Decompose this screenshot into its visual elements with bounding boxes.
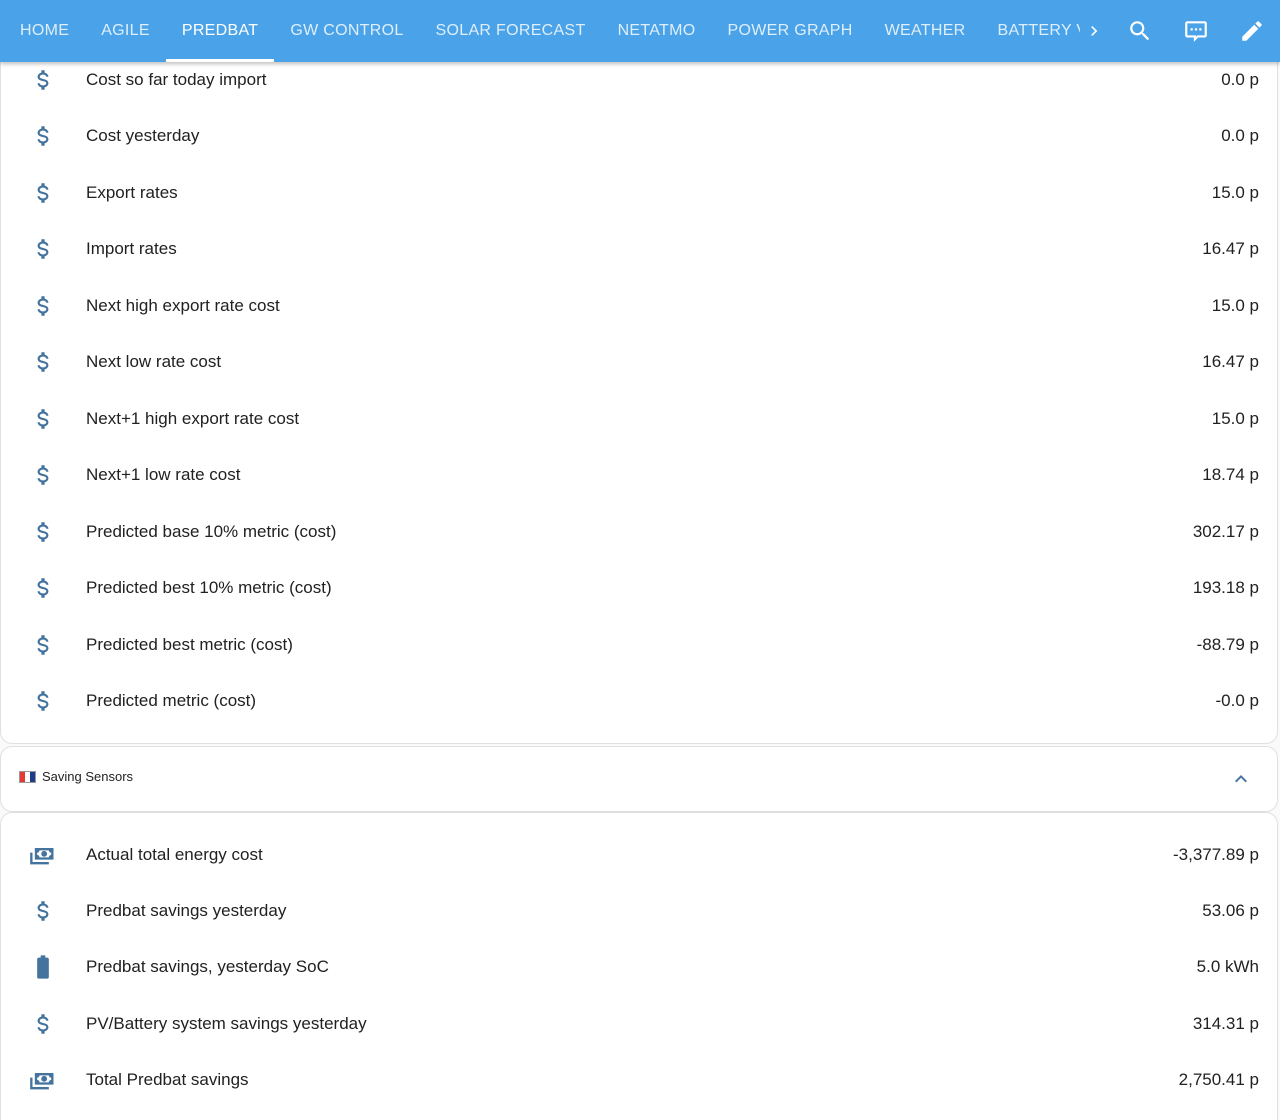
chevron-up-icon bbox=[1235, 775, 1247, 783]
entity-row[interactable]: Cost yesterday 0.0 p bbox=[1, 108, 1279, 164]
currency-usd-icon bbox=[29, 687, 57, 715]
entity-state: 16.47 p bbox=[1202, 352, 1259, 371]
entity-row[interactable]: Predicted best 10% metric (cost) 193.18 … bbox=[1, 560, 1279, 616]
view-tabs: Home Agile Predbat GW Control Solar Fore… bbox=[0, 0, 1105, 62]
currency-usd-icon bbox=[29, 405, 57, 433]
pencil-icon bbox=[1242, 21, 1262, 41]
entity-state: 15.0 p bbox=[1211, 183, 1259, 202]
currency-usd-icon bbox=[29, 292, 57, 320]
entity-state: 0.0 p bbox=[1221, 70, 1259, 89]
currency-usd-icon bbox=[29, 1010, 57, 1038]
saving-sensors-header[interactable]: Saving Sensors bbox=[0, 746, 1278, 812]
entity-name: Predicted metric (cost) bbox=[86, 691, 257, 710]
entity-name: Export rates bbox=[86, 183, 178, 202]
cash-multiple-icon bbox=[29, 1066, 57, 1094]
entity-state: -88.79 p bbox=[1196, 635, 1259, 654]
entity-row[interactable]: Predicted base 10% metric (cost) 302.17 … bbox=[1, 504, 1279, 560]
entity-name: Predbat savings, yesterday SoC bbox=[86, 957, 329, 976]
currency-usd-icon bbox=[29, 179, 57, 207]
entity-row[interactable]: Predicted metric (cost) -0.0 p bbox=[1, 673, 1279, 729]
entity-row[interactable]: Predbat savings, yesterday SoC 5.0 kWh bbox=[1, 939, 1279, 995]
entity-name: Next low rate cost bbox=[86, 352, 222, 371]
tab-agile[interactable]: Agile bbox=[85, 0, 166, 62]
entity-state: 5.0 kWh bbox=[1196, 957, 1259, 976]
entity-row[interactable]: PV/Battery system savings yesterday 314.… bbox=[1, 996, 1279, 1052]
entity-name: Predbat savings yesterday bbox=[86, 901, 287, 920]
top-app-bar: Home Agile Predbat GW Control Solar Fore… bbox=[0, 0, 1280, 62]
entity-name: Next+1 low rate cost bbox=[86, 465, 241, 484]
entity-name: Import rates bbox=[86, 239, 177, 258]
entity-state: 193.18 p bbox=[1192, 578, 1259, 597]
entity-name: Next+1 high export rate cost bbox=[86, 409, 300, 428]
tab-predbat[interactable]: Predbat bbox=[165, 0, 275, 62]
entity-state: 15.0 p bbox=[1211, 296, 1259, 315]
cost-sensors-card: Cost so far today import 0.0 p Cost yest… bbox=[0, 62, 1278, 744]
entity-name: Predicted best metric (cost) bbox=[86, 635, 293, 654]
entity-state: 2,750.41 p bbox=[1178, 1070, 1259, 1089]
entity-state: -3,377.89 p bbox=[1172, 845, 1259, 864]
currency-usd-icon bbox=[29, 631, 57, 659]
currency-usd-icon bbox=[29, 66, 57, 94]
assist-button[interactable] bbox=[1168, 0, 1224, 62]
currency-usd-icon bbox=[29, 235, 57, 263]
entity-name: Next high export rate cost bbox=[86, 296, 280, 315]
currency-usd-icon bbox=[29, 348, 57, 376]
entity-name: Total Predbat savings bbox=[86, 1070, 249, 1089]
toolbar-actions bbox=[1112, 0, 1280, 62]
entity-row[interactable]: Actual total energy cost -3,377.89 p bbox=[1, 827, 1279, 883]
section-title: Saving Sensors bbox=[19, 769, 133, 784]
tab-weather[interactable]: Weather bbox=[869, 0, 982, 62]
collapse-button[interactable] bbox=[1225, 763, 1257, 795]
entity-name: Actual total energy cost bbox=[86, 845, 263, 864]
currency-usd-icon bbox=[29, 518, 57, 546]
currency-usd-icon bbox=[29, 461, 57, 489]
entity-row[interactable]: Predbat savings yesterday 53.06 p bbox=[1, 883, 1279, 939]
dashboard-content: Cost so far today import 0.0 p Cost yest… bbox=[0, 62, 1280, 1120]
chat-icon bbox=[1185, 21, 1207, 42]
entity-name: Predicted base 10% metric (cost) bbox=[86, 522, 337, 541]
tab-netatmo[interactable]: Netatmo bbox=[602, 0, 712, 62]
entity-state: 53.06 p bbox=[1202, 901, 1259, 920]
entity-row[interactable]: Next low rate cost 16.47 p bbox=[1, 334, 1279, 390]
currency-usd-icon bbox=[29, 574, 57, 602]
tabs-scroll-right-button[interactable] bbox=[1080, 0, 1108, 62]
currency-usd-icon bbox=[29, 897, 57, 925]
entity-row[interactable]: Export rates 15.0 p bbox=[1, 165, 1279, 221]
edit-dashboard-button[interactable] bbox=[1224, 0, 1280, 62]
entity-state: 16.47 p bbox=[1202, 239, 1259, 258]
entity-row[interactable]: Cost so far today import 0.0 p bbox=[1, 62, 1279, 108]
entity-row[interactable]: Next+1 low rate cost 18.74 p bbox=[1, 447, 1279, 503]
currency-usd-icon bbox=[29, 122, 57, 150]
chevron-right-icon bbox=[1091, 26, 1098, 36]
entity-row[interactable]: Total Predbat savings 2,750.41 p bbox=[1, 1052, 1279, 1108]
cash-multiple-icon bbox=[29, 841, 57, 869]
entity-row[interactable]: Import rates 16.47 p bbox=[1, 221, 1279, 277]
entity-name: PV/Battery system savings yesterday bbox=[86, 1014, 367, 1033]
entity-state: -0.0 p bbox=[1215, 691, 1259, 710]
battery-icon bbox=[29, 953, 57, 981]
flag-icon bbox=[19, 770, 36, 783]
entity-state: 302.17 p bbox=[1192, 522, 1259, 541]
entity-state: 18.74 p bbox=[1202, 465, 1259, 484]
entity-state: 314.31 p bbox=[1192, 1014, 1259, 1033]
entity-state: 15.0 p bbox=[1211, 409, 1259, 428]
entity-state: 0.0 p bbox=[1221, 126, 1259, 145]
entity-name: Predicted best 10% metric (cost) bbox=[86, 578, 332, 597]
entity-row[interactable]: Predicted best metric (cost) -88.79 p bbox=[1, 617, 1279, 673]
search-button[interactable] bbox=[1112, 0, 1168, 62]
tab-gw-control[interactable]: GW Control bbox=[274, 0, 419, 62]
tab-home[interactable]: Home bbox=[0, 0, 85, 62]
tab-power-graph[interactable]: Power Graph bbox=[712, 0, 869, 62]
tab-solar-forecast[interactable]: Solar Forecast bbox=[420, 0, 602, 62]
saving-sensors-card: Actual total energy cost -3,377.89 p Pre… bbox=[0, 812, 1278, 1120]
search-icon bbox=[1130, 21, 1150, 41]
entity-name: Cost so far today import bbox=[86, 70, 267, 89]
section-title-text: Saving Sensors bbox=[42, 769, 134, 784]
entity-row[interactable]: Next+1 high export rate cost 15.0 p bbox=[1, 391, 1279, 447]
entity-row[interactable]: Next high export rate cost 15.0 p bbox=[1, 278, 1279, 334]
entity-name: Cost yesterday bbox=[86, 126, 200, 145]
